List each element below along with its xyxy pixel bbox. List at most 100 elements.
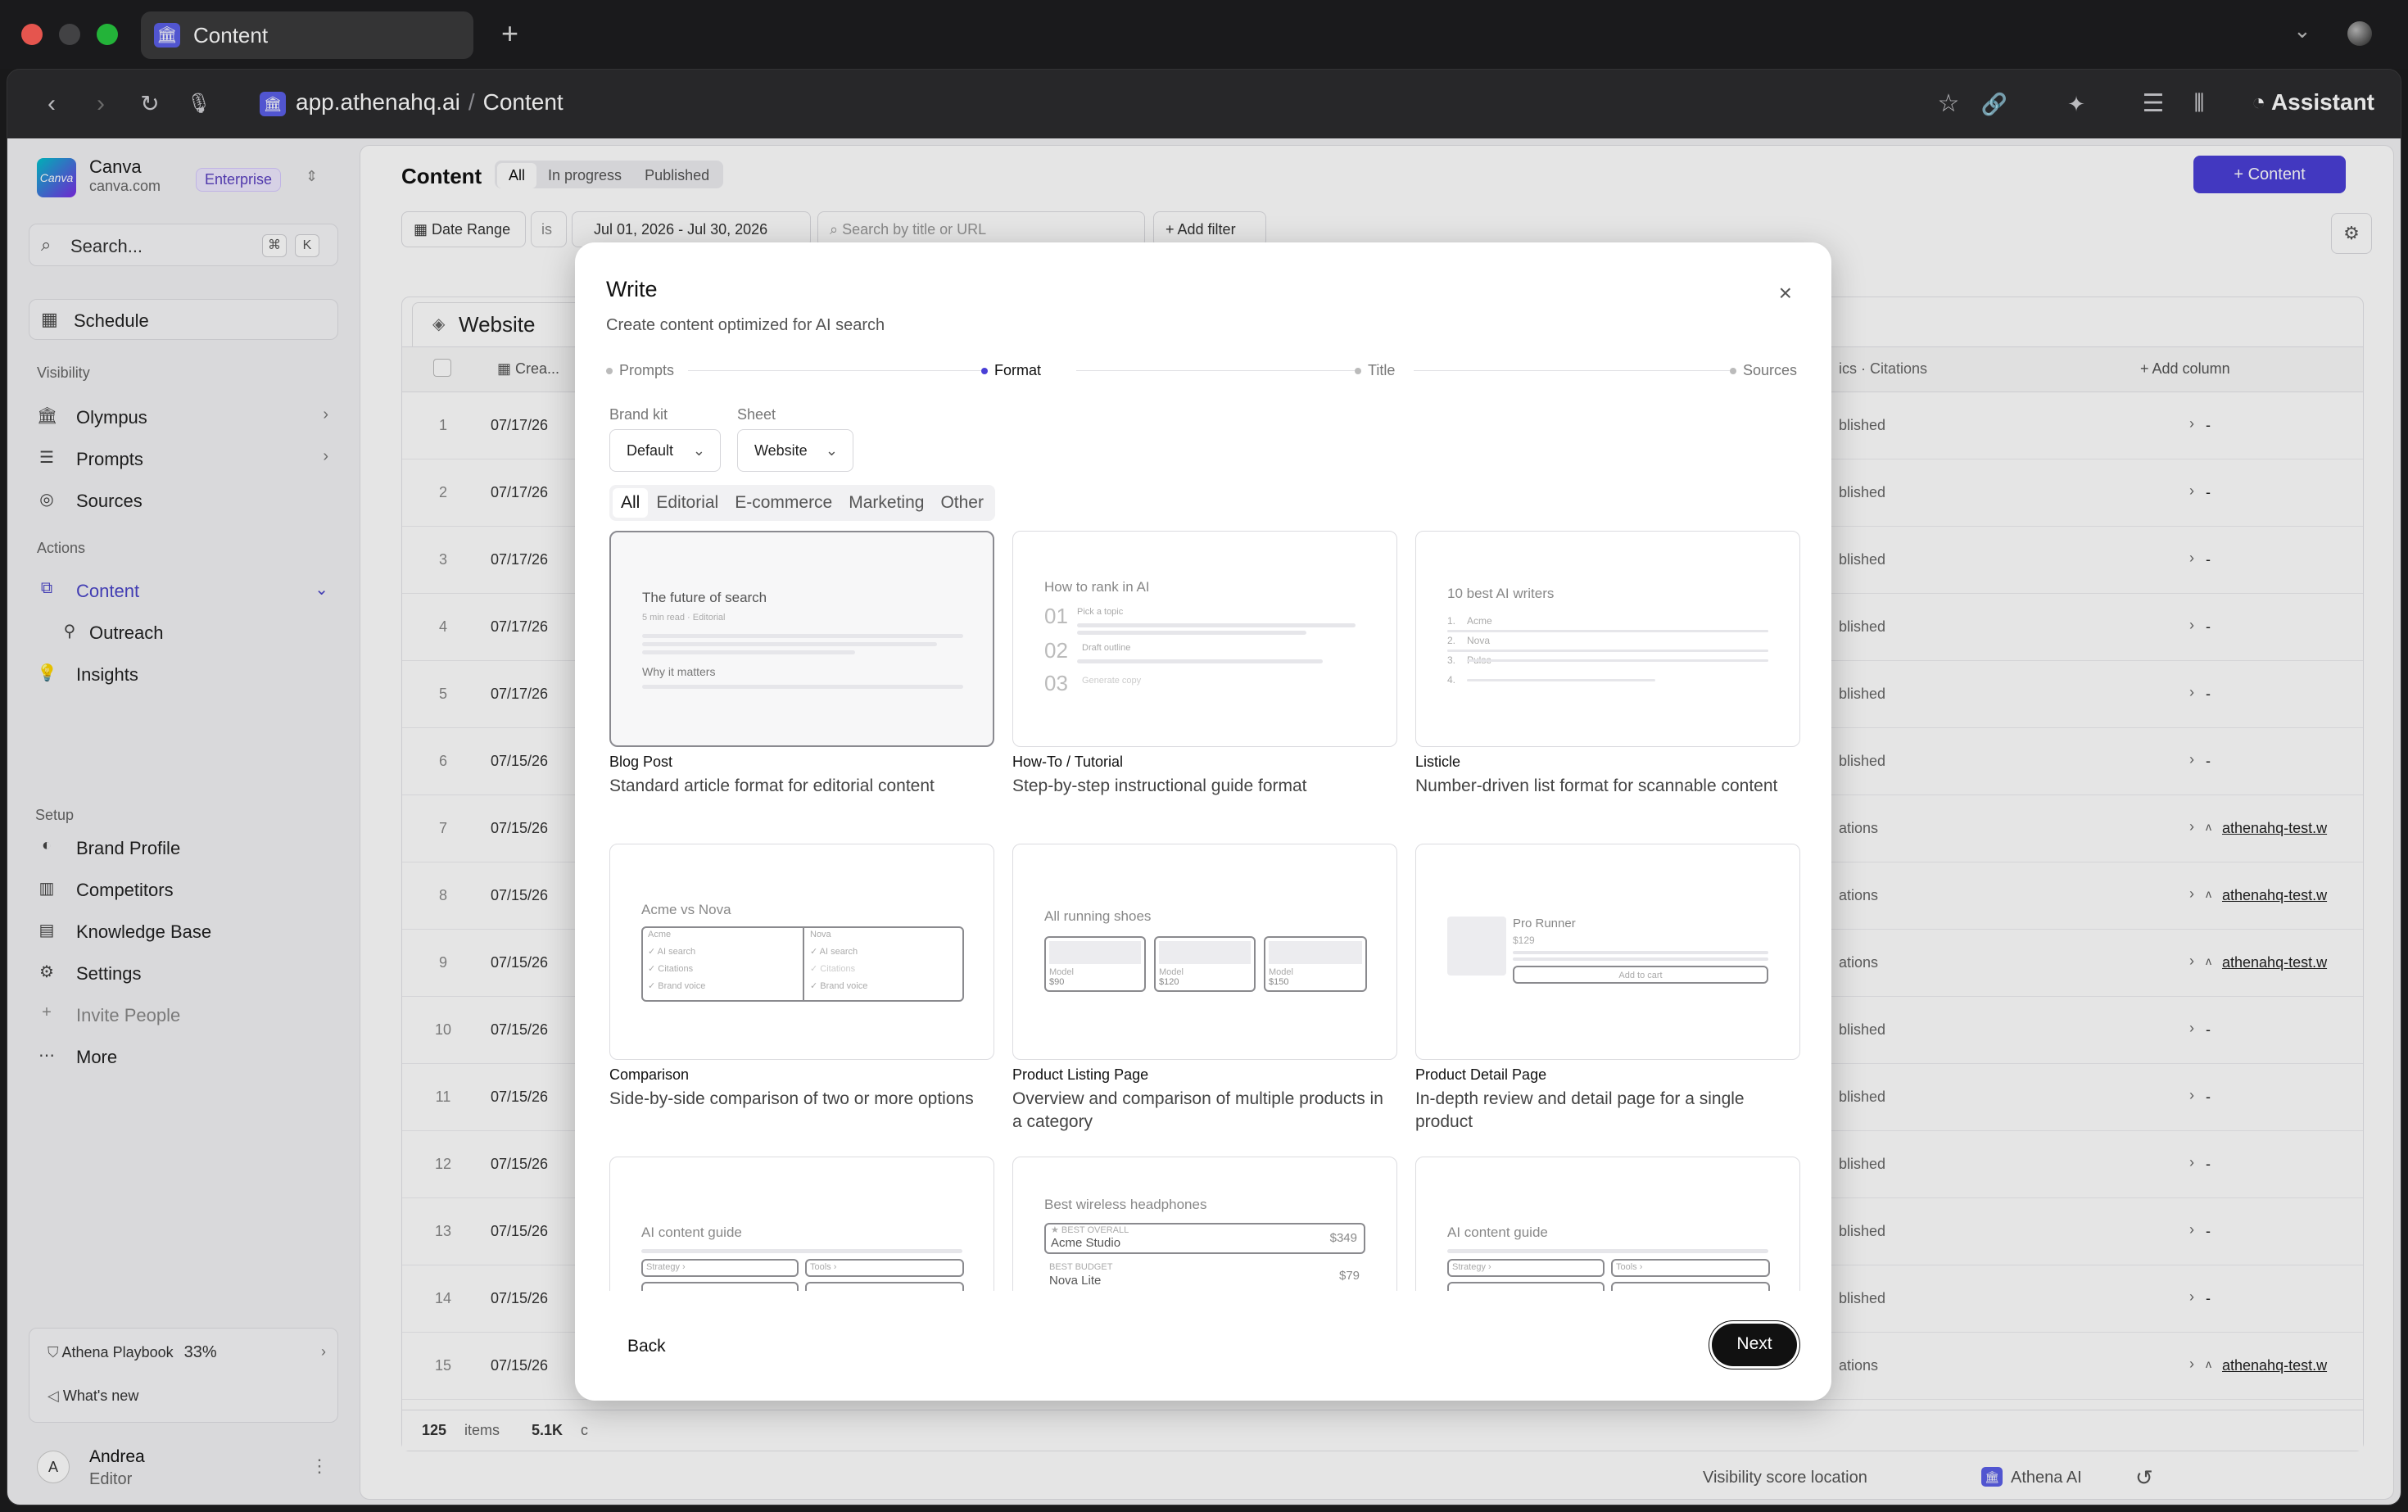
step-label: Sources bbox=[1743, 362, 1798, 378]
category-tab-editorial[interactable]: Editorial bbox=[648, 488, 726, 518]
step-title[interactable]: Title bbox=[1355, 362, 1404, 379]
brand-kit-select[interactable]: Default ⌄ bbox=[609, 429, 721, 472]
list-text: Nova bbox=[1467, 635, 1491, 646]
preview-title: 10 best AI writers bbox=[1447, 586, 1555, 601]
product-model: Model bbox=[1159, 967, 1184, 977]
how-to-preview: How to rank in AI 01 Pick a topic 02 Dra… bbox=[1012, 531, 1397, 747]
format-description: In-depth review and detail page for a si… bbox=[1415, 1089, 1745, 1131]
step-dot bbox=[606, 368, 613, 375]
format-name: Product Detail Page bbox=[1415, 1066, 1547, 1083]
step-text: Pick a topic bbox=[1077, 607, 1124, 617]
product-model: Model bbox=[1269, 967, 1293, 977]
category-tab-other[interactable]: Other bbox=[932, 488, 992, 518]
product-price: $120 bbox=[1159, 977, 1179, 987]
list-number: 2. bbox=[1447, 635, 1456, 646]
preview-title: Acme vs Nova bbox=[641, 902, 731, 917]
preview-title: All running shoes bbox=[1044, 908, 1152, 924]
preview-line bbox=[642, 650, 855, 654]
listicle-preview: 10 best AI writers 1. Acme 2. Nova 3. Pu… bbox=[1415, 531, 1800, 747]
write-modal: Write Create content optimized for AI se… bbox=[575, 242, 1831, 1401]
preview-subheading: Why it matters bbox=[642, 665, 716, 678]
best-overall-box: ★ BEST OVERALL Acme Studio $349 bbox=[1044, 1223, 1365, 1254]
comparison-table: Acme ✓ AI search ✓ Citations ✓ Brand voi… bbox=[641, 926, 964, 1002]
guide-tag: Strategy › bbox=[641, 1259, 799, 1277]
comparison-right-cell: ✓ Brand voice bbox=[810, 981, 868, 991]
step-format[interactable]: Format bbox=[981, 362, 1050, 379]
step-label: Prompts bbox=[619, 362, 675, 378]
preview-title: AI content guide bbox=[1447, 1225, 1548, 1240]
step-number: 01 bbox=[1044, 604, 1068, 628]
category-tab-ecommerce[interactable]: E-commerce bbox=[726, 488, 840, 518]
list-number: 1. bbox=[1447, 615, 1456, 627]
guide-tag bbox=[1447, 1282, 1605, 1291]
add-to-cart-label: Add to cart bbox=[1618, 971, 1663, 980]
close-icon[interactable]: × bbox=[1779, 280, 1792, 306]
brand-kit-label: Brand kit bbox=[609, 406, 668, 423]
category-tab-marketing[interactable]: Marketing bbox=[840, 488, 932, 518]
best-budget-name: Nova Lite bbox=[1049, 1274, 1102, 1288]
format-description: Step-by-step instructional guide format bbox=[1012, 776, 1307, 795]
product-image bbox=[1269, 941, 1362, 964]
preview-title: Best wireless headphones bbox=[1044, 1197, 1207, 1212]
best-overall-label: ★ BEST OVERALL bbox=[1051, 1225, 1129, 1235]
next-button[interactable]: Next bbox=[1712, 1324, 1797, 1366]
preview-line bbox=[641, 1249, 962, 1253]
product-price: $129 bbox=[1513, 935, 1535, 946]
modal-title: Write bbox=[606, 277, 658, 301]
preview-line bbox=[1077, 623, 1356, 627]
sheet-select[interactable]: Website ⌄ bbox=[737, 429, 853, 472]
guide-tag: Tools › bbox=[805, 1259, 964, 1277]
product-image bbox=[1049, 941, 1141, 964]
preview-title: AI content guide bbox=[641, 1225, 742, 1240]
step-connector bbox=[688, 370, 991, 371]
preview-line bbox=[642, 685, 963, 689]
step-dot bbox=[1355, 368, 1361, 375]
preview-title: How to rank in AI bbox=[1044, 579, 1150, 595]
guide-tag bbox=[1611, 1282, 1770, 1291]
guide-tag: Tools › bbox=[1611, 1259, 1770, 1277]
product-price: $150 bbox=[1269, 977, 1289, 987]
guide-preview: AI content guide Strategy › Tools › bbox=[1415, 1157, 1800, 1291]
guide-preview: AI content guide Strategy › Tools › bbox=[609, 1157, 994, 1291]
best-overall-name: Acme Studio bbox=[1051, 1236, 1121, 1250]
category-tab-all[interactable]: All bbox=[613, 488, 649, 518]
preview-line bbox=[1447, 630, 1768, 632]
comparison-right-cell: ✓ AI search bbox=[810, 947, 858, 957]
wizard-stepper: Prompts Format Title Sources bbox=[606, 362, 1805, 379]
step-label: Title bbox=[1368, 362, 1396, 378]
best-overall-price: $349 bbox=[1329, 1231, 1357, 1245]
guide-tag bbox=[641, 1282, 799, 1291]
product-name: Pro Runner bbox=[1513, 917, 1576, 930]
step-label: Format bbox=[994, 362, 1042, 378]
blog-post-preview: The future of search 5 min read · Editor… bbox=[609, 531, 994, 747]
preview-line bbox=[1513, 951, 1768, 954]
list-number: 4. bbox=[1447, 674, 1456, 686]
preview-line bbox=[642, 634, 963, 638]
step-dot bbox=[1730, 368, 1736, 375]
step-connector bbox=[1414, 370, 1756, 371]
chevron-down-icon: ⌄ bbox=[692, 442, 705, 459]
format-name: Listicle bbox=[1415, 754, 1461, 770]
format-description: Standard article format for editorial co… bbox=[609, 776, 935, 795]
format-description: Number-driven list format for scannable … bbox=[1415, 776, 1778, 795]
preview-title: The future of search bbox=[642, 590, 767, 605]
comparison-left-cell: ✓ Citations bbox=[648, 964, 694, 974]
back-button[interactable]: Back bbox=[627, 1337, 666, 1356]
guide-tag-label: Tools › bbox=[1616, 1262, 1643, 1272]
format-description: Side-by-side comparison of two or more o… bbox=[609, 1089, 974, 1108]
format-name: Blog Post bbox=[609, 754, 673, 770]
product-tile: Model $90 bbox=[1044, 936, 1146, 992]
step-sources[interactable]: Sources bbox=[1730, 362, 1798, 379]
preview-line bbox=[1447, 650, 1768, 652]
step-connector bbox=[1076, 370, 1356, 371]
preview-line bbox=[1467, 679, 1655, 681]
guide-tag-label: Tools › bbox=[810, 1262, 837, 1272]
format-description: Overview and comparison of multiple prod… bbox=[1012, 1089, 1383, 1131]
sheet-label: Sheet bbox=[737, 406, 776, 423]
preview-line bbox=[1077, 659, 1323, 663]
comparison-left-cell: Acme bbox=[648, 930, 672, 939]
product-model: Model bbox=[1049, 967, 1074, 977]
step-prompts[interactable]: Prompts bbox=[606, 362, 683, 379]
step-text: Generate copy bbox=[1082, 676, 1142, 686]
list-number: 3. bbox=[1447, 654, 1456, 666]
